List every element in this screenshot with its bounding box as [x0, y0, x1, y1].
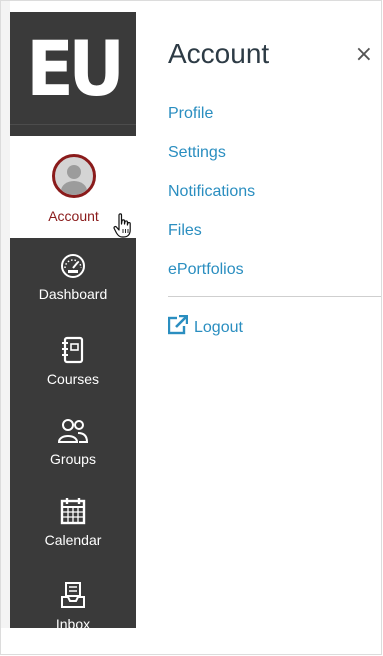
eportfolios-link[interactable]: ePortfolios	[168, 260, 255, 299]
settings-link[interactable]: Settings	[168, 143, 255, 182]
bottom-strip	[1, 628, 381, 654]
nav-item-calendar[interactable]: Calendar	[10, 496, 136, 562]
eu-logo[interactable]: EU	[10, 12, 136, 125]
global-navigation: EU Account Dashboard Courses Groups Cale…	[10, 12, 137, 632]
groups-icon	[57, 417, 89, 445]
nav-label-account: Account	[48, 208, 99, 224]
notebook-icon	[59, 335, 87, 365]
nav-label-groups: Groups	[50, 451, 96, 467]
tray-divider	[168, 296, 381, 297]
logout-label: Logout	[194, 318, 243, 336]
hand-pointer-cursor-icon	[113, 213, 133, 244]
profile-link[interactable]: Profile	[168, 104, 255, 143]
app-frame: EU Account Dashboard Courses Groups Cale…	[0, 0, 382, 655]
nav-item-dashboard[interactable]: Dashboard	[10, 252, 136, 316]
notifications-link[interactable]: Notifications	[168, 182, 255, 221]
close-icon[interactable]: ×	[355, 42, 373, 67]
files-link[interactable]: Files	[168, 221, 255, 260]
nav-label-calendar: Calendar	[44, 532, 102, 548]
calendar-icon	[58, 496, 88, 526]
nav-label-courses: Courses	[46, 371, 100, 387]
logout-button[interactable]: Logout	[167, 314, 243, 340]
left-gutter	[1, 1, 10, 654]
nav-item-groups[interactable]: Groups	[10, 417, 136, 481]
external-link-icon	[167, 314, 189, 340]
nav-label-dashboard: Dashboard	[38, 286, 108, 302]
logo-text: EU	[26, 24, 125, 113]
tray-title: Account	[168, 38, 270, 69]
inbox-icon	[59, 580, 87, 610]
speedometer-icon	[59, 252, 87, 280]
nav-item-courses[interactable]: Courses	[10, 335, 136, 399]
user-avatar-icon	[51, 154, 96, 198]
account-tray: Account × Profile Settings Notifications…	[137, 12, 381, 628]
account-links: Profile Settings Notifications Files ePo…	[168, 104, 255, 299]
